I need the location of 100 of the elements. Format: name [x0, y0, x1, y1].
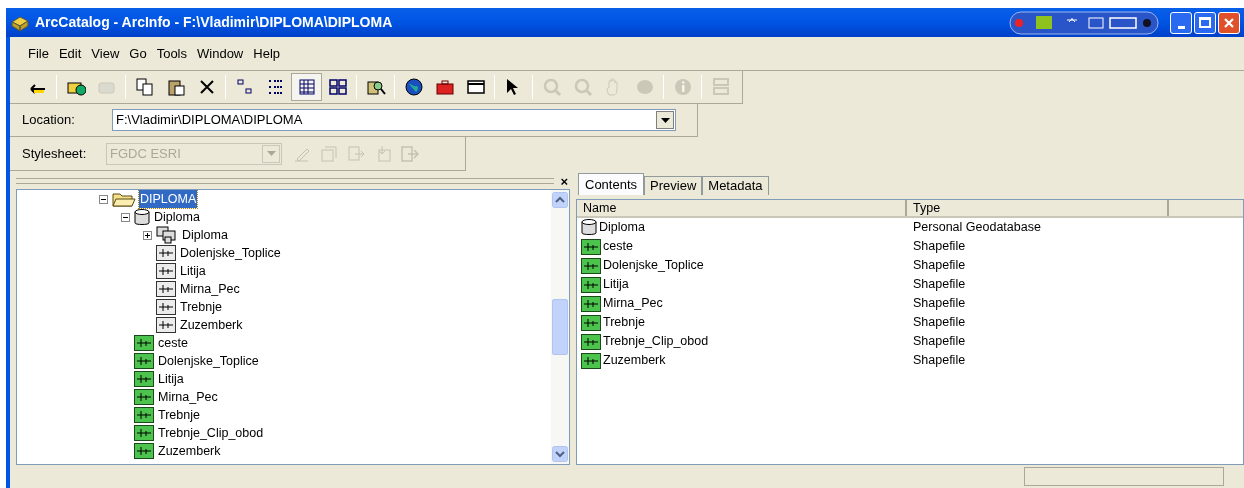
scroll-down-icon[interactable] [552, 446, 568, 462]
file-name-cell[interactable]: Litija [603, 275, 629, 294]
feature-class-icon [156, 299, 176, 315]
location-label: Location: [22, 111, 76, 130]
shapefile-icon [134, 335, 154, 351]
shapefile-icon [581, 314, 601, 331]
details-icon [296, 77, 317, 97]
tree-item[interactable]: Litija [179, 261, 207, 281]
shapefile-icon [134, 371, 154, 387]
maximize-icon [1199, 17, 1211, 28]
copy-icon [134, 77, 155, 97]
feature-class-icon [156, 281, 176, 297]
menu-item[interactable]: Window [193, 43, 248, 64]
large-icons-icon [234, 77, 255, 97]
feature-class-icon [156, 245, 176, 261]
shapefile-icon [581, 238, 601, 255]
globe-icon [403, 77, 424, 97]
shapefile-icon [581, 295, 601, 312]
shapefile-icon [134, 353, 154, 369]
export-icon [346, 143, 366, 164]
tree-item[interactable]: Mirna_Pec [157, 387, 219, 407]
feature-class-icon [156, 263, 176, 279]
menu-item[interactable]: Go [125, 43, 151, 64]
menu-item[interactable]: Help [249, 43, 284, 64]
file-type-cell-text: Shapefile [912, 333, 966, 351]
collapse-icon[interactable] [120, 212, 130, 222]
file-name-cell[interactable]: Dolenjske_Toplice [603, 256, 704, 275]
tree-item[interactable]: Zuzemberk [157, 441, 222, 461]
window-title: ArcCatalog - ArcInfo - F:\Vladimir\DIPLOMA\DIPLOMA [35, 13, 393, 32]
window-icon [465, 77, 486, 97]
shapefile-icon [134, 443, 154, 459]
circle-icon [634, 77, 655, 97]
shapefile-icon [581, 333, 601, 350]
tab[interactable]: Metadata [702, 176, 769, 195]
tree-item[interactable]: Zuzemberk [179, 315, 244, 335]
tree-item[interactable]: Diploma [153, 207, 201, 227]
tree-item[interactable]: Dolenjske_Toplice [157, 351, 260, 371]
dropdown-arrow-icon[interactable] [660, 117, 670, 123]
menu-item[interactable]: File [24, 43, 53, 64]
column-header[interactable]: Name [577, 200, 907, 216]
tray-toolbar-drawing[interactable] [1009, 10, 1159, 35]
file-name-cell[interactable]: Mirna_Pec [603, 294, 663, 313]
close-pane-button[interactable]: × [558, 174, 570, 188]
tree-item[interactable]: Mirna_Pec [179, 279, 241, 299]
location-combobox[interactable]: F:\Vladimir\DIPLOMA\DIPLOMA [112, 109, 676, 131]
zoom-in-icon [541, 77, 562, 97]
collapse-icon[interactable] [98, 194, 108, 204]
shapefile-icon [581, 352, 601, 369]
paste-icon [165, 77, 186, 97]
file-type-cell-text: Personal Geodatabase [912, 219, 1041, 237]
shapefile-icon [134, 407, 154, 423]
tree-item[interactable]: ceste [157, 333, 189, 353]
file-name-cell[interactable]: Zuzemberk [603, 351, 666, 370]
validate-icon [400, 143, 420, 164]
file-type-cell-text: Shapefile [912, 238, 966, 256]
tab[interactable]: Preview [644, 176, 703, 195]
minimize-icon [1177, 25, 1185, 29]
tree-item[interactable]: Trebnje [157, 405, 201, 425]
file-type-cell-text: Shapefile [912, 295, 966, 313]
file-name-cell[interactable]: Trebnje [603, 313, 645, 332]
zoom-out-icon [572, 77, 593, 97]
toolbox-icon [434, 77, 455, 97]
scroll-thumb[interactable] [552, 299, 568, 355]
file-type-cell-text: Shapefile [912, 257, 966, 275]
file-type-cell-text: Shapefile [912, 276, 966, 294]
file-name-cell[interactable]: ceste [603, 237, 633, 256]
shapefile-icon [134, 425, 154, 441]
stacked-layers-icon [156, 226, 178, 244]
tree-item[interactable]: Diploma [181, 225, 229, 245]
minimize-button[interactable] [1170, 11, 1192, 34]
scrollbar[interactable] [551, 190, 569, 464]
shapefile-icon [581, 276, 601, 293]
tree-item[interactable]: Litija [157, 369, 185, 389]
file-name-cell[interactable]: Trebnje_Clip_obod [603, 332, 709, 351]
shapefile-icon [134, 389, 154, 405]
tab[interactable]: Contents [578, 173, 645, 195]
expand-icon[interactable] [142, 230, 152, 240]
tree-item[interactable]: DIPLOMA [139, 190, 198, 209]
file-name-cell[interactable]: Diploma [599, 218, 645, 237]
menu-item[interactable]: View [87, 43, 124, 64]
scroll-up-icon[interactable] [552, 192, 568, 208]
feature-class-icon [156, 317, 176, 333]
database-icon [134, 208, 150, 226]
shapefile-icon [581, 257, 601, 274]
tree-item[interactable]: Dolenjske_Toplice [179, 243, 282, 263]
file-type-cell-text: Shapefile [912, 352, 966, 370]
menu-item[interactable]: Edit [54, 43, 86, 64]
file-type-cell-text: Shapefile [912, 314, 966, 332]
details-button[interactable] [291, 73, 322, 101]
tree-item[interactable]: Trebnje [179, 297, 223, 317]
grid-icon [327, 77, 348, 97]
column-header[interactable]: Type [907, 200, 1169, 216]
tree-item[interactable]: Trebnje_Clip_obod [157, 423, 265, 443]
close-icon [1223, 16, 1235, 29]
menu-item[interactable]: Tools [152, 43, 191, 64]
database-icon [581, 219, 597, 236]
thumbnail-icon [710, 77, 731, 97]
info-icon [672, 77, 693, 97]
properties-icon [319, 143, 339, 164]
maximize-button[interactable] [1194, 11, 1216, 34]
